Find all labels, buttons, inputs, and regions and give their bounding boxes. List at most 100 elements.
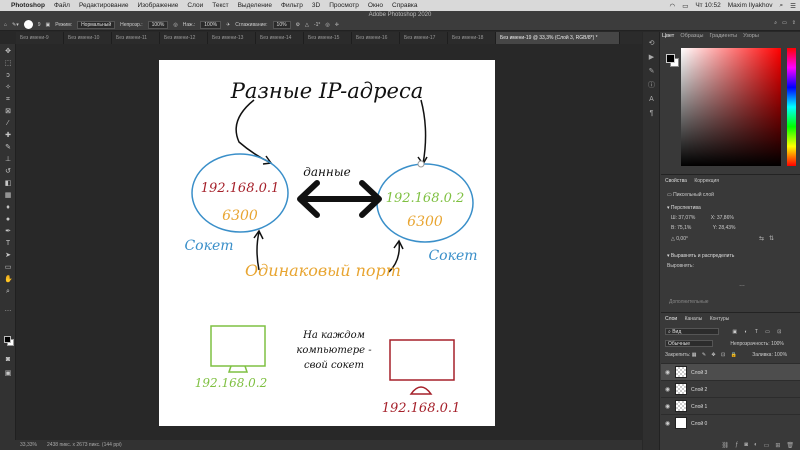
lock-icons[interactable]: ▦ ✎ ✥ ⊡ 🔒 [692, 352, 739, 358]
menu-filter[interactable]: Фильтр [281, 2, 303, 9]
eye-icon[interactable]: ◉ [665, 386, 670, 393]
search-icon[interactable]: ⌕ [774, 20, 777, 26]
flip-vertical-icon[interactable]: ⇅ [769, 235, 774, 242]
foreground-color-swatch[interactable] [666, 54, 675, 63]
blend-mode-select[interactable]: Обычные [665, 340, 713, 347]
angle-value[interactable]: 0,00° [676, 236, 688, 242]
battery-icon[interactable]: ▭ [682, 2, 688, 10]
airbrush-icon[interactable]: ✈ [226, 22, 230, 28]
layer-name[interactable]: Слой 1 [691, 404, 707, 410]
mask-icon[interactable]: ◙ [744, 442, 748, 448]
layer-name[interactable]: Слой 3 [691, 370, 707, 376]
stamp-tool-icon[interactable]: ⊥ [4, 156, 12, 164]
tab-document[interactable]: Без имени-9 [16, 32, 64, 44]
menu-type[interactable]: Текст [212, 2, 228, 9]
share-icon[interactable]: ⇪ [792, 20, 796, 26]
x-value[interactable]: 37,86% [717, 215, 734, 221]
layer-row[interactable]: ◉ Слой 1 [661, 397, 800, 414]
chevron-down-icon[interactable]: ▾ [667, 205, 670, 211]
zoom-level[interactable]: 33,33% [20, 442, 37, 448]
eraser-tool-icon[interactable]: ◧ [4, 180, 12, 188]
eyedropper-tool-icon[interactable]: ⁄ [4, 120, 12, 128]
angle-icon[interactable]: △ [305, 22, 309, 28]
brush-tool-icon[interactable]: ✎ [4, 144, 12, 152]
layer-filter-select[interactable]: ⌕ Вид [665, 328, 719, 335]
tab-document[interactable]: Без имени-18 [448, 32, 496, 44]
screen-mode-icon[interactable]: ▣ [4, 370, 12, 378]
paragraph-panel-icon[interactable]: ¶ [647, 110, 656, 117]
pressure-opacity-icon[interactable]: ◎ [173, 22, 177, 28]
type-tool-icon[interactable]: T [4, 240, 12, 248]
pressure-input[interactable]: 100% [200, 20, 222, 29]
tab-adjustments[interactable]: Коррекция [694, 178, 719, 184]
fill-value[interactable]: 100% [774, 352, 787, 358]
mode-select[interactable]: Нормальный [77, 20, 116, 29]
flip-horizontal-icon[interactable]: ⇆ [759, 235, 764, 242]
history-panel-icon[interactable]: ⟲ [647, 40, 656, 47]
h-value[interactable]: 75,1% [677, 225, 691, 231]
menu-file[interactable]: Файл [54, 2, 70, 9]
smoothing-input[interactable]: 10% [272, 20, 291, 29]
tab-layers[interactable]: Слои [665, 316, 677, 322]
tab-document[interactable]: Без имени-13 [208, 32, 256, 44]
user-name[interactable]: Maxim Ilyakhov [728, 2, 773, 9]
hand-tool-icon[interactable]: ✋ [4, 276, 13, 284]
menu-select[interactable]: Выделение [238, 2, 272, 9]
tab-document[interactable]: Без имени-10 [64, 32, 112, 44]
quick-select-tool-icon[interactable]: ✧ [4, 84, 12, 92]
brushes-panel-icon[interactable]: ✎ [647, 68, 656, 75]
brush-tool-icon[interactable]: ✎▾ [12, 22, 19, 28]
info-panel-icon[interactable]: ⓘ [647, 82, 656, 89]
tab-document[interactable]: Без имени-14 [256, 32, 304, 44]
crop-tool-icon[interactable]: ⌗ [4, 96, 12, 104]
chevron-down-icon[interactable]: ▾ [667, 253, 670, 259]
layer-filter-icons[interactable]: ▣ ◐ T ▭ ⊡ [732, 329, 784, 335]
y-value[interactable]: 28,43% [719, 225, 736, 231]
menu-list-icon[interactable]: ☰ [790, 2, 796, 10]
menu-window[interactable]: Окно [368, 2, 383, 9]
zoom-tool-icon[interactable]: ⌕ [4, 288, 12, 296]
tab-paths[interactable]: Контуры [710, 316, 730, 322]
wifi-icon[interactable]: ◠ [670, 2, 676, 10]
layer-row[interactable]: ◉ Слой 3 [661, 363, 800, 380]
adjustment-icon[interactable]: ◐ [754, 442, 758, 448]
tab-document[interactable]: Без имени-11 [112, 32, 160, 44]
layer-row[interactable]: ◉ Слой 2 [661, 380, 800, 397]
home-icon[interactable]: ⌂ [4, 22, 7, 28]
more-tools-icon[interactable]: … [4, 306, 12, 314]
frame-tool-icon[interactable]: ⊠ [4, 108, 12, 116]
brush-settings-icon[interactable]: ▣ [46, 22, 51, 28]
eye-icon[interactable]: ◉ [665, 420, 670, 427]
layer-row[interactable]: ◉ Слой 0 [661, 414, 800, 431]
menu-edit[interactable]: Редактирование [79, 2, 129, 9]
tab-document[interactable]: Без имени-15 [304, 32, 352, 44]
angle-value[interactable]: -1° [314, 22, 320, 28]
group-icon[interactable]: ▭ [764, 442, 770, 449]
symmetry-icon[interactable]: ✛ [335, 22, 339, 28]
document-canvas[interactable]: Разные IP-адреса 192.168.0.1 6300 192.16… [159, 60, 495, 426]
menu-layers[interactable]: Слои [187, 2, 203, 9]
layer-name[interactable]: Слой 2 [691, 387, 707, 393]
brush-preview[interactable] [23, 20, 33, 29]
tab-document[interactable]: Без имени-12 [160, 32, 208, 44]
color-picker-field[interactable] [681, 48, 781, 166]
path-select-icon[interactable]: ➤ [4, 252, 12, 260]
quick-mask-icon[interactable]: ◙ [4, 356, 12, 364]
tab-channels[interactable]: Каналы [685, 316, 703, 322]
tab-document[interactable]: Без имени-17 [400, 32, 448, 44]
tab-properties[interactable]: Свойства [665, 178, 687, 184]
eye-icon[interactable]: ◉ [665, 369, 670, 376]
opacity-input[interactable]: 100% [147, 20, 169, 29]
w-value[interactable]: 37,07% [678, 215, 695, 221]
search-icon[interactable]: ⌕ [780, 2, 784, 10]
tab-document[interactable]: Без имени-16 [352, 32, 400, 44]
menu-view[interactable]: Просмотр [329, 2, 359, 9]
menu-help[interactable]: Справка [392, 2, 418, 9]
link-layers-icon[interactable]: ⛓ [721, 442, 729, 449]
smoothing-options-icon[interactable]: ⚙ [296, 22, 300, 28]
menu-3d[interactable]: 3D [312, 2, 320, 9]
menu-image[interactable]: Изображение [137, 2, 178, 9]
character-panel-icon[interactable]: A [647, 96, 656, 103]
eye-icon[interactable]: ◉ [665, 403, 670, 410]
actions-panel-icon[interactable]: ▶ [647, 54, 656, 61]
